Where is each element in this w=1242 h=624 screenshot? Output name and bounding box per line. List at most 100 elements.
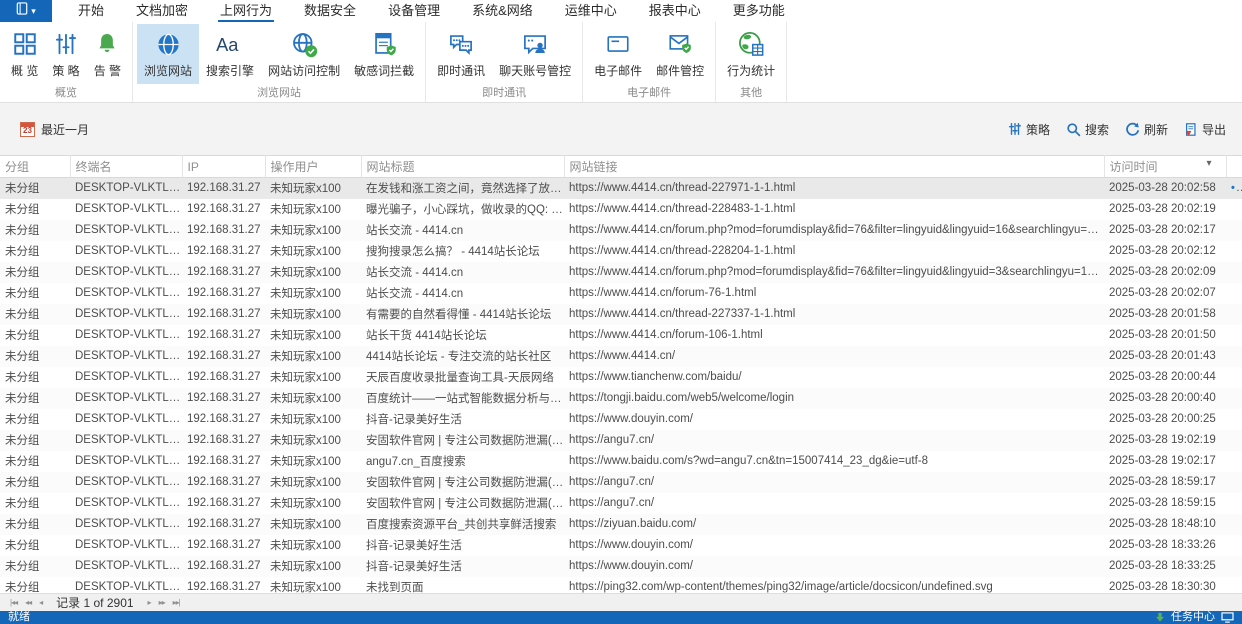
export-button[interactable]: 导出 [1184,121,1226,138]
first-record-icon[interactable]: |◂◂ [6,598,21,607]
table-row[interactable]: 未分组 DESKTOP-VLKTLE1 192.168.31.27 未知玩家x100 抖… [0,535,1242,556]
cell-ip: 192.168.31.27 [187,329,261,341]
column-header-7[interactable]: 访问时间 ▾ [1104,155,1227,178]
table-row[interactable]: 未分组 DESKTOP-VLKTLE1 192.168.31.27 未知玩家x100 抖… [0,555,1242,577]
ribbon-button[interactable]: 浏览网站 [137,24,200,84]
cell-group: 未分组 [5,309,40,321]
ribbon-button[interactable]: 策 略 [45,24,86,84]
cell-user: 未知玩家x100 [270,561,341,573]
table-row[interactable]: 未分组 DESKTOP-VLKTLE1 192.168.31.27 未知玩家x100 百… [0,513,1242,535]
cell-actions [1226,346,1242,367]
cell-actions [1226,514,1242,535]
column-header-5[interactable]: 网站标题 [361,155,565,178]
cell-url: https://www.4414.cn/forum.php?mod=forumd… [569,266,1104,278]
ribbon-button[interactable]: 概 览 [4,24,45,84]
cell-ip: 192.168.31.27 [187,350,261,362]
prev-record-icon[interactable]: ◂ [35,598,46,607]
cell-url: https://www.4414.cn/ [569,350,676,362]
table-row[interactable]: 未分组 DESKTOP-VLKTLE1 192.168.31.27 未知玩家x100 站… [0,325,1242,346]
app-logo-icon [16,1,28,21]
ribbon-button[interactable]: 邮件管控 [649,24,711,84]
cell-user: 未知玩家x100 [270,288,341,300]
menu-tab-2[interactable]: 文档加密 [120,0,204,22]
status-bar: 就绪 任务中心 [0,611,1242,624]
table-row[interactable]: 未分组 DESKTOP-VLKTLE1 192.168.31.27 未知玩家x100 安… [0,493,1242,514]
menu-tab-8[interactable]: 报表中心 [633,0,717,22]
cell-ip: 192.168.31.27 [187,224,261,236]
cell-terminal: DESKTOP-VLKTLE1 [75,371,182,383]
next-page-icon[interactable]: ▸▸ [155,598,169,607]
sliders-small-icon [1008,122,1022,136]
menu-tab-5[interactable]: 设备管理 [372,0,456,22]
column-header-actions [1226,155,1242,178]
column-header-3[interactable]: IP [182,155,266,178]
column-header-6[interactable]: 网站链接 [564,155,1105,178]
cell-group: 未分组 [5,414,40,426]
cell-actions [1226,430,1242,451]
table-row[interactable]: 未分组 DESKTOP-VLKTLE1 192.168.31.27 未知玩家x100 安… [0,429,1242,451]
cell-actions [1226,451,1242,472]
column-header-4[interactable]: 操作用户 [265,155,362,178]
cell-user: 未知玩家x100 [270,351,341,363]
table-row[interactable]: 未分组 DESKTOP-VLKTLE1 192.168.31.27 未知玩家x100 站… [0,261,1242,283]
ribbon-button[interactable]: Aa 搜索引擎 [199,24,261,84]
ribbon-button-label: 网站访问控制 [268,64,341,78]
sensitive-word-icon [371,29,398,59]
ribbon-button[interactable]: 电子邮件 [587,24,649,84]
overview-grid-icon [12,29,38,59]
table-row[interactable]: 未分组 DESKTOP-VLKTLE1 192.168.31.27 未知玩家x100 a… [0,451,1242,472]
table-row[interactable]: 未分组 DESKTOP-VLKTLE1 192.168.31.27 未知玩家x100 搜… [0,241,1242,262]
menu-tab-9[interactable]: 更多功能 [717,0,801,22]
ribbon-group-1: 概 览策 略告 警概览 [0,22,134,102]
app-menu-button[interactable]: ▾ [0,0,52,22]
ribbon-button[interactable]: 聊天账号管控 [492,24,578,84]
sort-arrow-icon[interactable]: ▾ [1206,158,1211,169]
search-button[interactable]: 搜索 [1066,121,1109,138]
menu-tab-1[interactable]: 开始 [62,0,120,22]
policy-button[interactable]: 策略 [1008,121,1050,138]
cell-ip: 192.168.31.27 [187,455,261,467]
table-row[interactable]: 未分组 DESKTOP-VLKTLE1 192.168.31.27 未知玩家x100 有… [0,303,1242,325]
table-row[interactable]: 未分组 DESKTOP-VLKTLE1 192.168.31.27 未知玩家x100 曝… [0,199,1242,220]
row-more-icon[interactable]: ••• [1231,182,1242,194]
date-range-filter[interactable]: 23 最近一月 [20,121,89,138]
table-row[interactable]: 未分组 DESKTOP-VLKTLE1 192.168.31.27 未知玩家x100 抖… [0,409,1242,430]
ribbon-button[interactable]: 告 警 [87,24,128,84]
table-row[interactable]: 未分组 DESKTOP-VLKTLE1 192.168.31.27 未知玩家x100 站… [0,283,1242,304]
refresh-icon [1125,122,1140,137]
ribbon-button[interactable]: 行为统计 [720,24,782,84]
monitor-icon[interactable] [1221,612,1234,623]
last-record-icon[interactable]: ▸▸| [169,598,184,607]
menu-tab-7[interactable]: 运维中心 [549,0,633,22]
refresh-button[interactable]: 刷新 [1125,121,1168,138]
table-row[interactable]: 未分组 DESKTOP-VLKTLE1 192.168.31.27 未知玩家x100 站… [0,219,1242,241]
cell-actions [1226,556,1242,577]
cell-url: https://www.4414.cn/forum-76-1.html [569,287,757,299]
ribbon-button[interactable]: 敏感词拦截 [347,24,421,84]
email-icon [604,29,632,59]
cell-title: 安固软件官网 | 专注公司数据防泄漏(DLP)，... [366,498,564,510]
menu-tab-3[interactable]: 上网行为 [204,0,288,22]
column-header-1[interactable]: 分组 [0,155,71,178]
prev-page-icon[interactable]: ◂◂ [21,598,35,607]
table-row[interactable]: 未分组 DESKTOP-VLKTLE1 192.168.31.27 未知玩家x100 百… [0,387,1242,409]
ribbon-button[interactable]: 即时通讯 [430,24,492,84]
cell-ip: 192.168.31.27 [187,518,261,530]
ribbon-button[interactable]: 网站访问控制 [261,24,347,84]
cell-ip: 192.168.31.27 [187,287,261,299]
table-row[interactable]: 未分组 DESKTOP-VLKTLE1 192.168.31.27 未知玩家x100 天… [0,367,1242,388]
table-row[interactable]: 未分组 DESKTOP-VLKTLE1 192.168.31.27 未知玩家x100 在… [0,177,1242,199]
cell-time: 2025-03-28 20:00:25 [1109,413,1216,425]
table-row[interactable]: 未分组 DESKTOP-VLKTLE1 192.168.31.27 未知玩家x100 安… [0,471,1242,493]
cell-time: 2025-03-28 18:59:17 [1109,476,1216,488]
menu-tab-4[interactable]: 数据安全 [288,0,372,22]
menu-tab-6[interactable]: 系统&网络 [456,0,549,22]
record-count: 记录 1 of 2901 [56,596,134,610]
next-record-icon[interactable]: ▸ [144,598,155,607]
column-header-2[interactable]: 终端名 [70,155,183,178]
task-center-link[interactable]: 任务中心 [1171,611,1215,624]
site-access-control-icon [291,29,318,59]
table-row[interactable]: 未分组 DESKTOP-VLKTLE1 192.168.31.27 未知玩家x100 4… [0,345,1242,367]
cell-actions [1226,199,1242,220]
cell-title: 百度统计——一站式智能数据分析与应用平台 [366,393,564,405]
